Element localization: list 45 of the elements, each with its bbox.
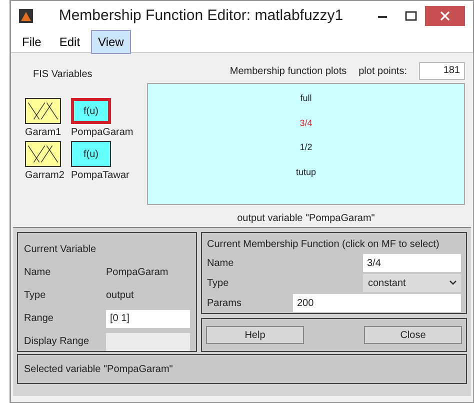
panel-title: Current Variable	[24, 243, 98, 257]
plot-points-field[interactable]: 181	[419, 62, 465, 80]
close-icon	[440, 11, 450, 21]
mf-name-field[interactable]: 3/4	[363, 254, 461, 272]
field-label: Type	[207, 276, 229, 290]
mf-type-dropdown[interactable]: constant	[363, 274, 461, 292]
range-field[interactable]: [0 1]	[106, 310, 190, 328]
output-variable-icon[interactable]: f(u)	[71, 98, 111, 124]
plot-caption: output variable "PompaGaram"	[236, 212, 376, 226]
variable-label: PompaGaram	[71, 126, 133, 140]
panel-title: Current Membership Function (click on MF to select)	[207, 238, 440, 252]
dialog-button[interactable]: Help	[206, 326, 304, 344]
input-variable-icon[interactable]	[25, 141, 61, 167]
plot-title: Membership function plots	[230, 64, 347, 78]
field-label: Name	[24, 266, 52, 280]
maximize-icon[interactable]	[405, 10, 417, 22]
membership-function-label[interactable]: full	[300, 92, 312, 106]
plot-points-label: plot points:	[358, 64, 407, 78]
field-label: Range	[24, 312, 54, 326]
menu-item[interactable]: Edit	[52, 30, 88, 54]
variable-label: PompaTawar	[71, 169, 130, 183]
mf-params-field[interactable]: 200	[293, 294, 461, 312]
window-title: Membership Function Editor: matlabfuzzy1	[58, 6, 344, 26]
output-variable-icon[interactable]: f(u)	[71, 141, 111, 167]
field-label: Params	[207, 296, 242, 310]
chevron-down-icon	[449, 280, 457, 286]
variable-label: Garram2	[25, 169, 66, 183]
dialog-button[interactable]: Close	[364, 326, 462, 344]
field-label: Type	[24, 289, 47, 303]
variable-type: output	[106, 289, 135, 303]
menu-item[interactable]: File	[15, 30, 48, 54]
membership-function-label[interactable]: tutup	[296, 166, 316, 179]
close-window-button[interactable]	[425, 6, 465, 26]
membership-function-label[interactable]: 1/2	[300, 141, 312, 154]
status-text: Selected variable "PompaGaram"	[24, 362, 173, 376]
variable-label: Garam1	[25, 126, 62, 140]
panel-title: FIS Variables	[33, 68, 94, 82]
variable-name: PompaGaram	[106, 266, 170, 280]
menu-item[interactable]: View	[91, 30, 131, 54]
field-label: Display Range	[24, 335, 90, 349]
app-icon	[19, 9, 33, 23]
membership-function-label[interactable]: 3/4	[300, 116, 312, 130]
field-label: Name	[207, 256, 234, 270]
display-range-field[interactable]	[106, 332, 190, 350]
input-variable-icon[interactable]	[25, 98, 61, 124]
